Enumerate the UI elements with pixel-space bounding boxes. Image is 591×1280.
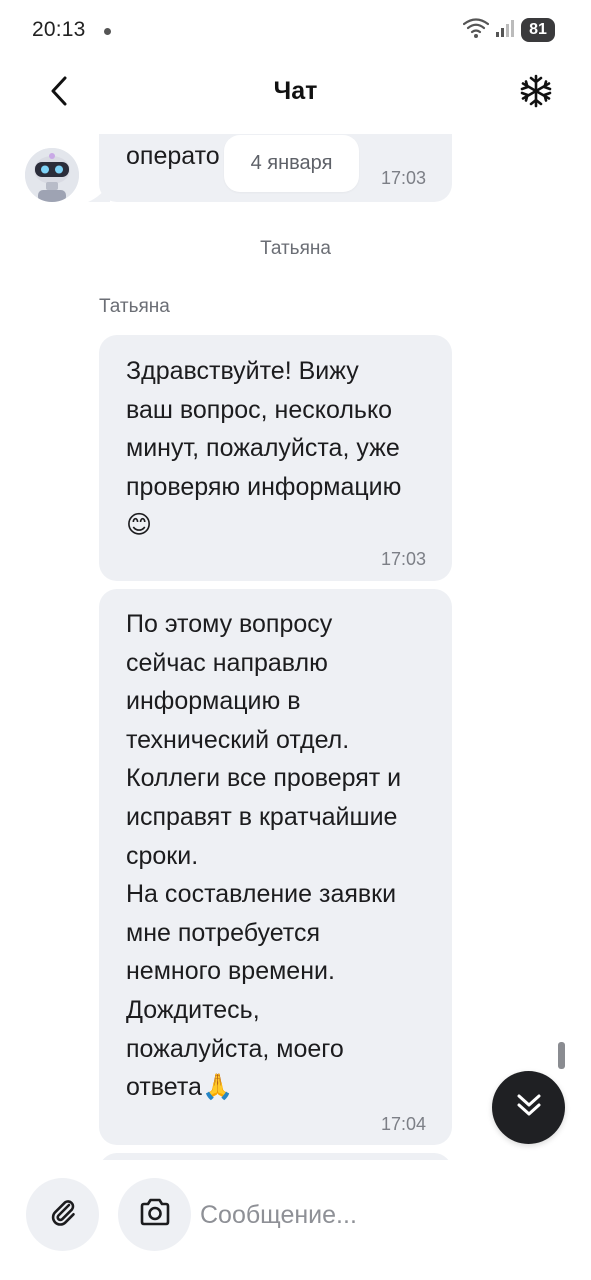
- message-text: операто: [126, 142, 220, 170]
- operator-joined-label: Татьяна: [260, 238, 331, 259]
- message-bubble[interactable]: [99, 1153, 452, 1160]
- message-bubble[interactable]: Здравствуйте! Вижу ваш вопрос, несколько…: [99, 335, 452, 581]
- status-icons: 81: [462, 16, 555, 44]
- page-title: Чат: [273, 77, 318, 105]
- scroll-to-bottom-button[interactable]: [492, 1071, 565, 1144]
- message-bubble[interactable]: По этому вопросу сейчас направлю информа…: [99, 589, 452, 1145]
- message-time: 17:03: [380, 168, 426, 188]
- status-time: 20:13: [32, 18, 86, 41]
- message-time: 17:04: [380, 1114, 426, 1134]
- date-separator: 4 января: [224, 135, 359, 192]
- battery-indicator: 81: [521, 18, 555, 42]
- settings-button[interactable]: [515, 72, 557, 114]
- message-text: Здравствуйте! Вижу ваш вопрос, несколько…: [126, 357, 402, 540]
- sender-name: Татьяна: [99, 296, 170, 317]
- message-time: 17:03: [380, 549, 426, 569]
- double-chevron-down-icon: [514, 1090, 544, 1125]
- paperclip-icon: [48, 1197, 78, 1232]
- message-composer: [0, 1160, 591, 1280]
- camera-icon: [138, 1197, 172, 1232]
- status-bar: 20:13 81: [0, 0, 591, 60]
- snowflake-icon: [519, 74, 553, 113]
- chat-header: Чат: [0, 60, 591, 126]
- attach-button[interactable]: [26, 1178, 99, 1251]
- message-text: По этому вопросу сейчас направлю информа…: [126, 610, 402, 1102]
- camera-button[interactable]: [118, 1178, 191, 1251]
- notification-dot: [104, 28, 111, 35]
- robot-avatar[interactable]: [25, 148, 79, 202]
- scrollbar-thumb[interactable]: [558, 1042, 565, 1069]
- message-input[interactable]: [200, 1190, 560, 1240]
- wifi-icon: [462, 17, 490, 44]
- signal-icon: [495, 18, 515, 43]
- chat-messages[interactable]: операто 17:03 4 января Татьяна Татьяна З…: [0, 134, 591, 1160]
